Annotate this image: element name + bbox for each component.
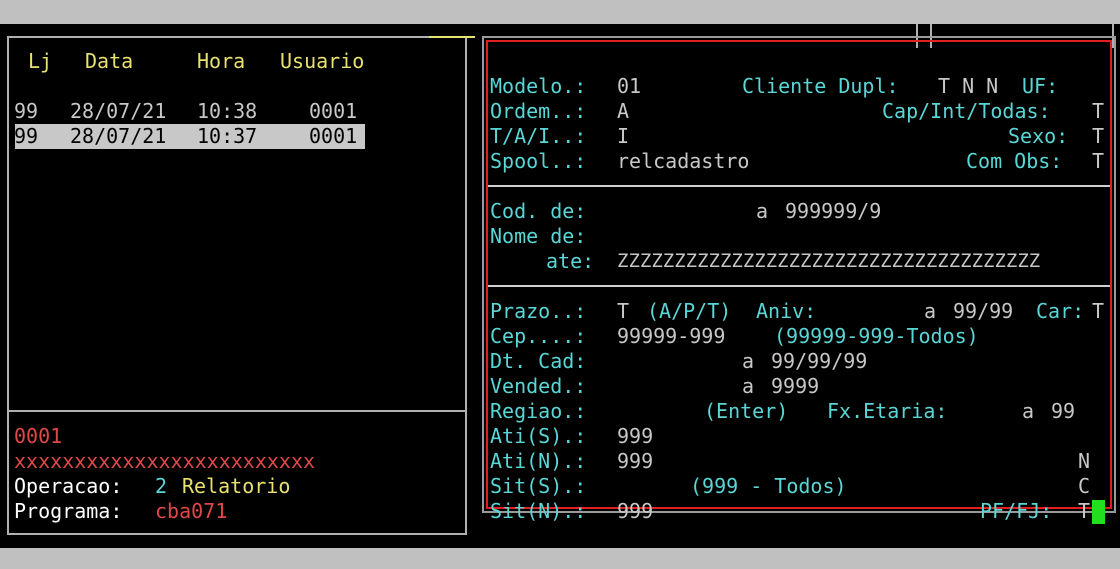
regiao-label: Regiao.: [490,399,587,423]
spool-label: Spool..: [490,149,587,173]
sit-s-label: Sit(S).: [490,474,587,498]
ate-label: ate: [546,249,595,273]
panel-divider [9,410,465,412]
pf-fj-field[interactable]: T [1078,499,1090,524]
modelo-label: Modelo.: [490,74,587,98]
programa-label: Programa: [14,499,123,523]
tai-label: T/A/I..: [490,124,587,148]
panel-accent [429,36,475,38]
prazo-hint: (A/P/T) [647,299,732,323]
regiao-hint[interactable]: (Enter) [704,399,788,424]
row-loja: 99 [14,124,39,148]
com-obs-label: Com Obs: [966,149,1063,173]
user-code: 0001 [14,424,63,448]
cep-field[interactable]: 99999-999 [617,324,725,349]
fx-etaria-to-label: a [1022,399,1035,423]
fx-etaria-label: Fx.Etaria: [827,399,948,423]
cod-label: Cod. de: [490,199,587,223]
modelo-field[interactable]: 01 [617,74,641,99]
ate-field[interactable]: ZZZZZZZZZZZZZZZZZZZZZZZZZZZZZZZZZZZZZ [617,249,1040,274]
spool-field[interactable]: relcadastro [617,149,749,174]
aniv-to-field[interactable]: 99/99 [953,299,1013,324]
uf-label: UF: [1022,74,1059,98]
sit-n-field[interactable]: 999 [617,499,653,524]
cliente-dupl-field[interactable]: T N N [938,74,998,99]
col-header-loja: Lj [28,49,53,73]
section-divider [488,285,1110,287]
ati-n-flag: N [1078,449,1091,473]
cep-label: Cep....: [490,324,587,348]
prazo-label: Prazo..: [490,299,587,323]
col-header-data: Data [85,49,134,73]
sit-s-hint: (999 - Todos) [690,474,847,498]
ati-s-label: Ati(S).: [490,424,587,448]
ati-s-field[interactable]: 999 [617,424,653,449]
user-name: xxxxxxxxxxxxxxxxxxxxxxxxx [14,449,316,473]
cep-hint: (99999-999-Todos) [774,324,979,348]
aniv-to-label: a [924,299,937,323]
cliente-dupl-label: Cliente Dupl: [742,74,899,98]
ordem-label: Ordem..: [490,99,587,123]
row-data: 28/07/21 [70,99,167,123]
row-loja: 99 [14,99,39,123]
cod-to-field[interactable]: 999999/9 [785,199,881,224]
cod-to-label: a [756,199,769,223]
text-cursor [1092,500,1105,524]
vended-label: Vended.: [490,374,587,398]
com-obs-field[interactable]: T [1092,149,1104,174]
pf-fj-label: PF/FJ: [980,499,1053,523]
row-usuario: 0001 [309,124,358,148]
row-hora: 10:37 [197,124,258,148]
row-data: 28/07/21 [70,124,167,148]
dt-cad-to-field[interactable]: 99/99/99 [771,349,867,374]
row-hora: 10:38 [197,99,258,123]
aniv-label: Aniv: [756,299,817,323]
dt-cad-label: Dt. Cad: [490,349,587,373]
cap-int-todas-field[interactable]: T [1092,99,1104,124]
sit-n-label: Sit(N).: [490,499,587,523]
section-divider [488,185,1110,187]
ordem-field[interactable]: A [617,99,629,124]
sit-s-flag: C [1078,474,1091,498]
col-header-usuario: Usuario [280,49,365,73]
car-field[interactable]: T [1092,299,1104,324]
programa-value: cba071 [155,499,228,523]
dt-cad-to-label: a [742,349,755,373]
operacao-name: Relatorio [182,474,291,498]
operacao-label: Operacao: [14,474,123,498]
operacao-code: 2 [155,474,168,498]
ati-n-label: Ati(N).: [490,449,587,473]
col-header-hora: Hora [197,49,246,73]
car-label: Car: [1036,299,1085,323]
cap-int-todas-label: Cap/Int/Todas: [882,99,1051,123]
tai-field[interactable]: I [617,124,629,149]
nome-label: Nome de: [490,224,587,248]
vended-to-label: a [742,374,755,398]
row-usuario: 0001 [309,99,358,123]
sexo-label: Sexo: [1008,124,1069,148]
vended-to-field[interactable]: 9999 [771,374,819,399]
fx-etaria-to-field[interactable]: 99 [1051,399,1075,424]
sexo-field[interactable]: T [1092,124,1104,149]
prazo-field[interactable]: T [617,299,629,324]
ati-n-field[interactable]: 999 [617,449,653,474]
